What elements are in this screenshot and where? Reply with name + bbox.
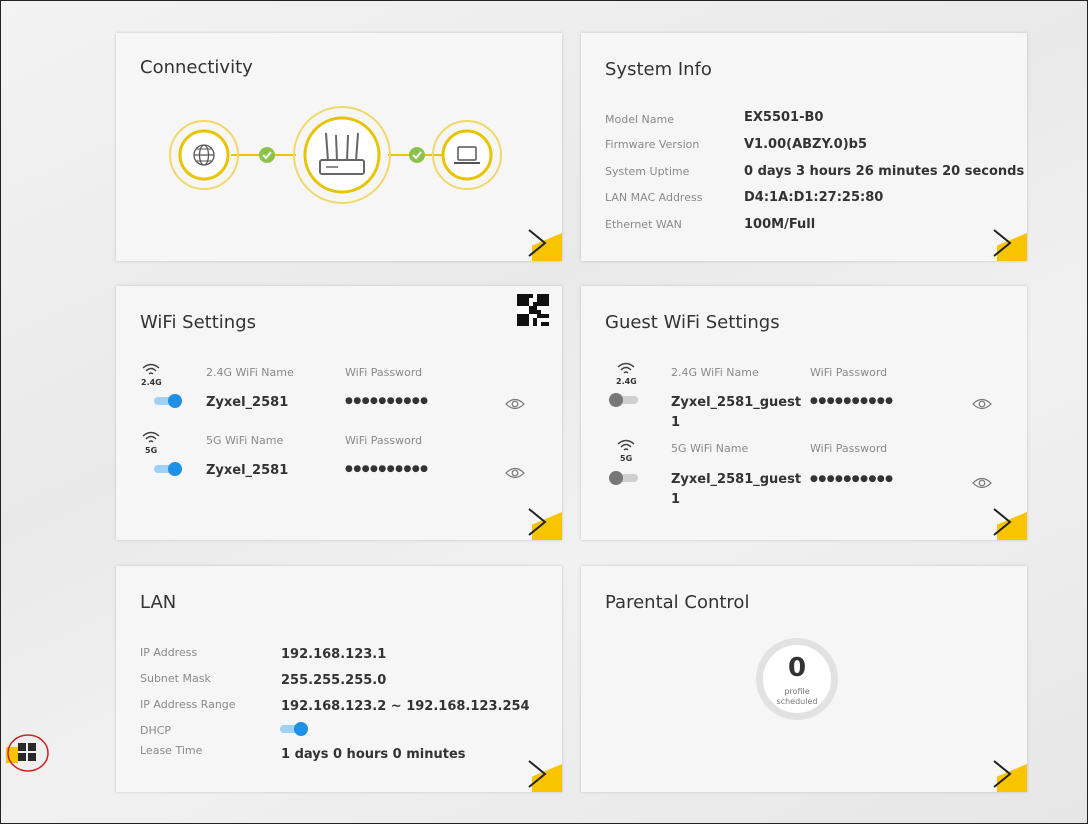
wifi-settings-card: WiFi Settings 2.4G 2.4G WiFi Name WiFi P…	[116, 286, 562, 540]
wifi-password-value: ●●●●●●●●●●	[810, 396, 894, 406]
parental-control-title: Parental Control	[605, 592, 750, 613]
parental-control-card: Parental Control 0 profile scheduled	[581, 566, 1027, 792]
eye-icon[interactable]	[505, 466, 525, 480]
wifi-password-label: WiFi Password	[810, 366, 888, 379]
lan-label: DHCP	[140, 724, 172, 737]
guest-wifi-card: Guest WiFi Settings 2.4G 2.4G WiFi Name …	[581, 286, 1027, 540]
wifi-password-value: ●●●●●●●●●●	[345, 464, 429, 474]
wifi-name-label: 5G WiFi Name	[206, 434, 284, 447]
info-value: EX5501-B0	[744, 110, 824, 125]
info-label: LAN MAC Address	[605, 191, 703, 204]
info-label: Model Name	[605, 113, 674, 126]
wifi-password-label: WiFi Password	[345, 366, 423, 379]
wifi-5g-toggle[interactable]	[153, 462, 183, 476]
lan-value: 1 days 0 hours 0 minutes	[281, 747, 466, 762]
info-value: 100M/Full	[744, 217, 816, 232]
info-label: Firmware Version	[605, 138, 700, 151]
highlight-circle-annotation	[7, 734, 49, 772]
guest-wifi-5g-toggle[interactable]	[609, 471, 639, 485]
chevron-right-icon[interactable]	[520, 226, 554, 260]
wifi-name-value-line2: 1	[671, 415, 681, 430]
connectivity-title: Connectivity	[140, 57, 253, 78]
connectivity-card: Connectivity	[116, 33, 562, 261]
guest-wifi-2.4g-toggle[interactable]	[609, 393, 639, 407]
lan-title: LAN	[140, 592, 177, 613]
wifi-name-label: 2.4G WiFi Name	[206, 366, 294, 379]
wifi-password-value: ●●●●●●●●●●	[345, 396, 429, 406]
lan-label: Lease Time	[140, 744, 203, 757]
qr-code-icon[interactable]	[517, 294, 549, 326]
chevron-right-icon[interactable]	[985, 505, 1019, 539]
chevron-right-icon[interactable]	[520, 757, 554, 791]
wifi-password-label: WiFi Password	[810, 442, 888, 455]
wifi-name-value: Zyxel_2581_guest	[671, 395, 802, 410]
band-badge: 5G	[620, 454, 633, 463]
info-value: D4:1A:D1:27:25:80	[744, 190, 884, 205]
eye-icon[interactable]	[972, 397, 992, 411]
eye-icon[interactable]	[972, 476, 992, 490]
internet-globe-icon	[169, 120, 239, 190]
guest-wifi-title: Guest WiFi Settings	[605, 312, 780, 333]
chevron-right-icon[interactable]	[985, 757, 1019, 791]
band-badge: 5G	[145, 446, 158, 455]
lan-card: LAN IP Address 192.168.123.1 Subnet Mask…	[116, 566, 562, 792]
band-badge: 2.4G	[616, 377, 637, 386]
wifi-name-value-line2: 1	[671, 492, 681, 507]
info-label: System Uptime	[605, 165, 690, 178]
info-value: 0 days 3 hours 26 minutes 20 seconds	[744, 164, 1025, 179]
eye-icon[interactable]	[505, 397, 525, 411]
wifi-name-label: 5G WiFi Name	[671, 442, 749, 455]
wifi-name-label: 2.4G WiFi Name	[671, 366, 759, 379]
profile-caption-line1: profile	[784, 687, 810, 696]
layout-toggle-button[interactable]	[6, 733, 50, 773]
dhcp-toggle[interactable]	[279, 722, 309, 736]
check-icon	[259, 147, 275, 163]
connectivity-diagram	[169, 106, 502, 204]
profile-count-ring: 0 profile scheduled	[756, 638, 838, 720]
lan-value: 192.168.123.2 ~ 192.168.123.254	[281, 699, 530, 714]
lan-value: 255.255.255.0	[281, 673, 387, 688]
lan-label: IP Address Range	[140, 698, 236, 711]
wifi-name-value: Zyxel_2581_guest	[671, 472, 802, 487]
wifi-password-value: ●●●●●●●●●●	[810, 474, 894, 484]
chevron-right-icon[interactable]	[520, 505, 554, 539]
wifi-name-value: Zyxel_2581	[206, 395, 289, 410]
wifi-password-label: WiFi Password	[345, 434, 423, 447]
lan-label: IP Address	[140, 646, 198, 659]
info-value: V1.00(ABZY.0)b5	[744, 137, 868, 152]
check-icon	[409, 147, 425, 163]
wifi-settings-title: WiFi Settings	[140, 312, 256, 333]
info-label: Ethernet WAN	[605, 218, 682, 231]
band-badge: 2.4G	[141, 378, 162, 387]
system-info-card: System Info Model Name EX5501-B0 Firmwar…	[581, 33, 1027, 261]
wifi-2.4g-toggle[interactable]	[153, 394, 183, 408]
lan-label: Subnet Mask	[140, 672, 211, 685]
lan-value: 192.168.123.1	[281, 647, 387, 662]
system-info-title: System Info	[605, 59, 712, 80]
wifi-name-value: Zyxel_2581	[206, 463, 289, 478]
profile-caption-line2: scheduled	[776, 697, 818, 706]
router-icon	[293, 106, 391, 204]
chevron-right-icon[interactable]	[985, 226, 1019, 260]
profile-count: 0	[787, 653, 807, 683]
laptop-icon	[432, 120, 502, 190]
